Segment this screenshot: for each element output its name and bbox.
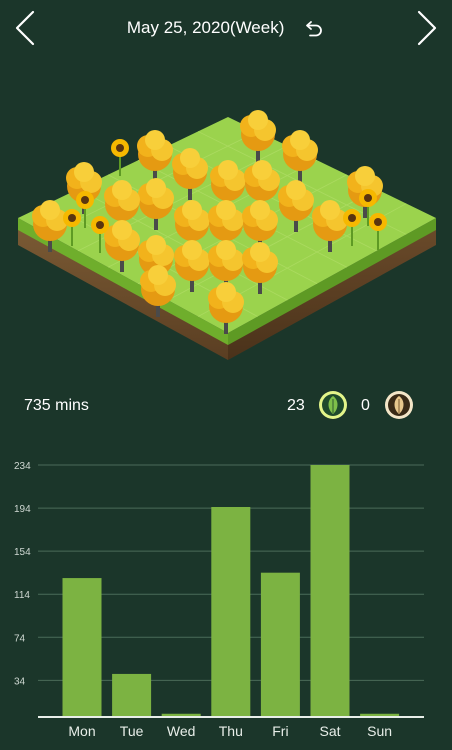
bar-mon[interactable] [62, 578, 102, 717]
y-tick-label: 234 [14, 461, 31, 472]
total-focus-time: 735 mins [24, 397, 89, 414]
x-tick-label: Tue [120, 723, 144, 739]
page-title: May 25, 2020(Week) [126, 18, 285, 37]
y-tick-label: 154 [14, 547, 31, 558]
x-tick-label: Wed [167, 723, 196, 739]
y-tick-label: 74 [14, 633, 26, 644]
undo-icon[interactable] [303, 17, 325, 39]
forest-illustration [0, 60, 452, 380]
dead-tree-count: 0 [361, 397, 370, 414]
x-tick-label: Fri [272, 723, 288, 739]
stats-row: 735 mins 23 0 [0, 388, 452, 424]
bar-tue[interactable] [112, 673, 152, 717]
y-tick-label: 194 [14, 504, 31, 515]
bar-thu[interactable] [211, 507, 251, 717]
y-tick-label: 34 [14, 676, 26, 687]
date-title-group: May 25, 2020(Week) [0, 17, 452, 39]
chevron-right-icon [417, 10, 437, 46]
x-tick-label: Mon [68, 723, 95, 739]
withered-leaf-icon [384, 390, 414, 420]
leaf-icon [318, 390, 348, 420]
y-tick-label: 114 [14, 590, 30, 601]
weekly-bar-chart: 34 74 114 154 194 234 Mon Tue Wed Thu Fri Sat Sun [0, 448, 452, 750]
x-tick-label: Sat [319, 723, 340, 739]
bar-fri[interactable] [260, 572, 300, 717]
x-tick-label: Sun [367, 723, 392, 739]
x-tick-label: Thu [219, 723, 243, 739]
next-week-button[interactable] [416, 10, 438, 46]
bar-sat[interactable] [310, 465, 350, 717]
healthy-tree-count: 23 [287, 397, 305, 414]
header-bar: May 25, 2020(Week) [0, 0, 452, 56]
